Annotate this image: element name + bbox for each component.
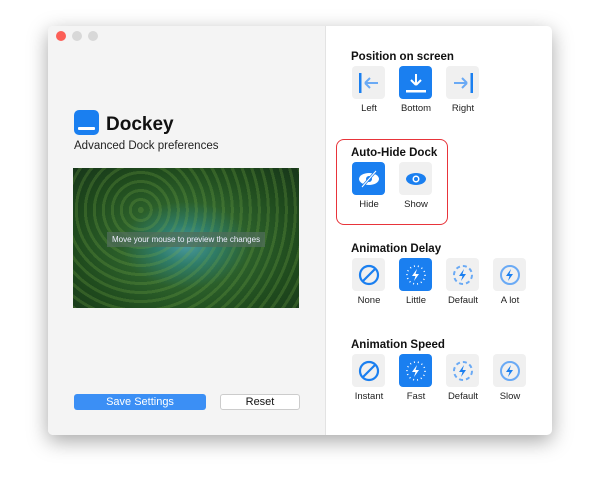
app-title: Dockey [106,114,174,135]
zoom-button[interactable] [88,31,98,41]
prohibit-icon [357,360,381,382]
bolt-dashed-icon [451,360,475,382]
prohibit-icon [357,264,381,286]
position-option-left[interactable] [352,66,385,99]
delay-option-label: Little [405,295,427,306]
bolt-dashed-icon [451,264,475,286]
position-option-label: Bottom [400,103,432,114]
speed-option-label: Slow [499,391,521,402]
position-heading: Position on screen [351,51,454,63]
speed-option-label: Instant [354,391,384,402]
preview-hint: Move your mouse to preview the changes [107,232,266,247]
arrow-left-bar-icon [357,72,381,94]
arrow-right-bar-icon [451,72,475,94]
speed-option-fast[interactable] [399,354,432,387]
position-option-bottom[interactable] [399,66,432,99]
autohide-heading: Auto-Hide Dock [351,147,438,159]
arrow-down-bar-icon [404,72,428,94]
autohide-option-label: Hide [359,199,379,210]
position-option-label: Right [451,103,475,114]
autohide-option-hide[interactable] [352,162,385,195]
position-option-label: Left [361,103,377,114]
speed-option-slow[interactable] [493,354,526,387]
app-logo-icon [74,110,99,135]
delay-option-none[interactable] [352,258,385,291]
eye-icon [404,168,428,190]
reset-button[interactable]: Reset [220,394,300,410]
delay-option-label: None [357,295,381,306]
speed-option-default[interactable] [446,354,479,387]
delay-option-little[interactable] [399,258,432,291]
preferences-window: Dockey Advanced Dock preferences Move yo… [48,26,552,435]
delay-option-a-lot[interactable] [493,258,526,291]
delay-option-label: Default [447,295,479,306]
bolt-circle-icon [498,360,522,382]
app-subtitle: Advanced Dock preferences [74,140,219,152]
delay-heading: Animation Delay [351,243,442,255]
autohide-option-label: Show [404,199,428,210]
save-settings-button[interactable]: Save Settings [74,394,206,410]
delay-option-label: A lot [500,295,520,306]
left-panel: Dockey Advanced Dock preferences Move yo… [48,26,326,435]
bolt-circle-icon [498,264,522,286]
delay-option-default[interactable] [446,258,479,291]
eye-slash-icon [357,168,381,190]
autohide-option-show[interactable] [399,162,432,195]
preview-image[interactable]: Move your mouse to preview the changes [73,168,299,308]
speed-option-label: Default [447,391,479,402]
bolt-dotted-icon [404,360,428,382]
speed-option-instant[interactable] [352,354,385,387]
close-button[interactable] [56,31,66,41]
speed-heading: Animation Speed [351,339,445,351]
bolt-dotted-icon [404,264,428,286]
minimize-button[interactable] [72,31,82,41]
speed-option-label: Fast [406,391,426,402]
position-option-right[interactable] [446,66,479,99]
